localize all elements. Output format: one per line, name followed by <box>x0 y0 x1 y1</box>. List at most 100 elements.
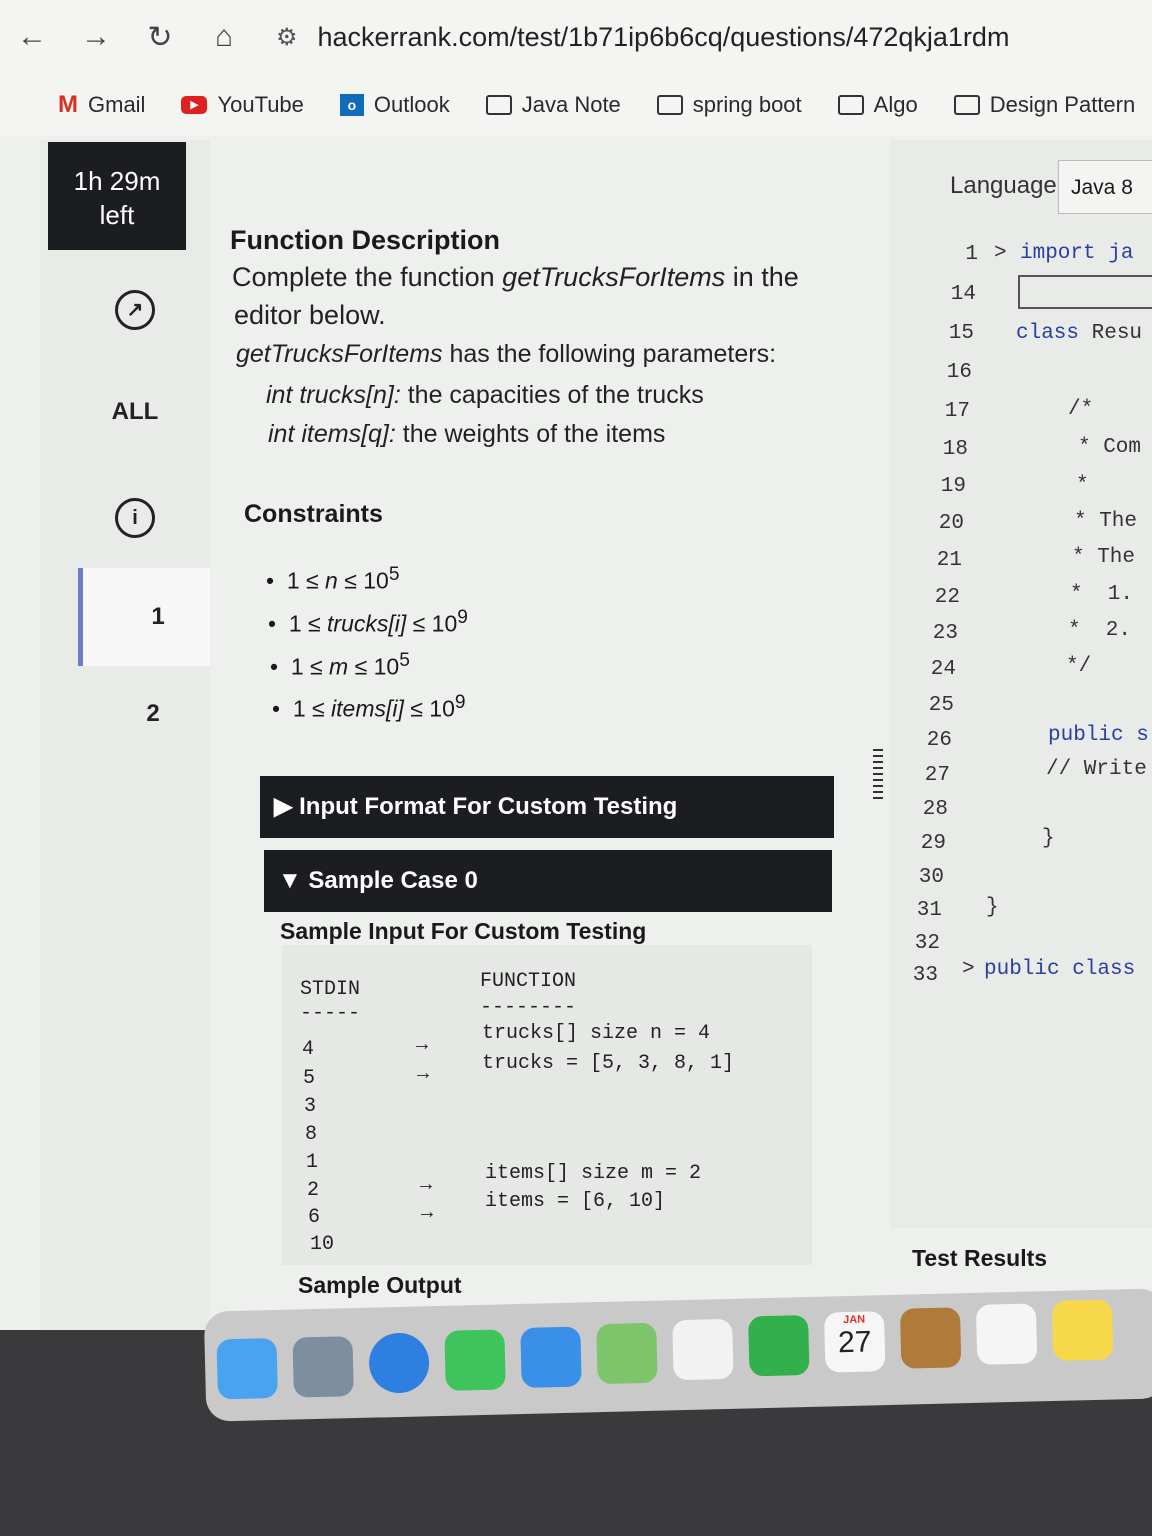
reload-icon[interactable]: ↻ <box>128 20 192 55</box>
info-button[interactable]: i <box>60 498 210 538</box>
reminders-icon[interactable] <box>975 1303 1038 1365</box>
code-line[interactable]: */ <box>1066 655 1091 678</box>
constraints-heading: Constraints <box>244 500 383 528</box>
code-line[interactable]: public class <box>984 958 1135 981</box>
line-number: 15 <box>948 322 974 345</box>
panel-resize-handle[interactable] <box>870 745 886 805</box>
stdin-header: STDIN <box>300 978 361 1001</box>
line-number: 31 <box>916 899 942 922</box>
sample-input-heading: Sample Input For Custom Testing <box>280 918 647 944</box>
launchpad-icon[interactable] <box>292 1336 354 1398</box>
cursor-line-highlight[interactable] <box>1018 275 1152 309</box>
line-number: 25 <box>928 694 954 717</box>
stdin-value: 1 <box>306 1151 319 1174</box>
outlook-icon: o <box>339 94 364 116</box>
line-number: 27 <box>924 764 950 787</box>
constraint-item: • 1 ≤ items[i] ≤ 109 <box>272 692 466 722</box>
bookmark-question-button[interactable]: ↗ <box>60 290 210 330</box>
code-line[interactable]: class Resu <box>1016 322 1142 345</box>
maps-icon[interactable] <box>596 1322 658 1385</box>
folder-icon <box>656 95 683 115</box>
bookmark-gmail[interactable]: M Gmail <box>58 91 145 119</box>
line-number: 19 <box>940 475 966 498</box>
fold-arrow-icon[interactable]: > <box>994 242 1007 265</box>
function-description-line1: Complete the function getTrucksForItems … <box>232 262 799 292</box>
home-icon[interactable]: ⌂ <box>192 20 256 54</box>
youtube-icon: ▶ <box>181 96 208 114</box>
arrow-icon: → <box>416 1034 429 1057</box>
notes-icon[interactable] <box>1051 1299 1114 1362</box>
forward-arrow-icon[interactable]: → <box>64 20 128 54</box>
bookmark-design-pattern[interactable]: Design Pattern <box>953 92 1135 118</box>
bookmark-outlook[interactable]: o Outlook <box>339 92 450 118</box>
code-line[interactable]: public s <box>1048 724 1149 747</box>
stdin-value: 4 <box>302 1038 315 1061</box>
code-line[interactable]: } <box>1042 827 1055 850</box>
finder-icon[interactable] <box>216 1337 278 1400</box>
folder-icon <box>837 95 864 115</box>
parameter-trucks: int trucks[n]: the capacities of the tru… <box>266 381 704 409</box>
code-line[interactable]: * 2. <box>1068 619 1131 642</box>
folder-icon <box>953 95 980 115</box>
calendar-icon[interactable]: JAN 27 <box>824 1311 886 1373</box>
line-number: 24 <box>930 658 956 681</box>
line-number: 30 <box>918 866 944 889</box>
safari-icon[interactable] <box>368 1332 430 1394</box>
stdin-value: 10 <box>310 1233 335 1256</box>
code-line[interactable]: import ja <box>1020 242 1133 265</box>
caret-right-icon: ▶ <box>274 793 300 820</box>
code-line[interactable]: * Com <box>1078 436 1141 459</box>
code-line[interactable]: /* <box>1068 398 1093 421</box>
code-line[interactable]: * The <box>1072 546 1135 569</box>
code-line[interactable]: * <box>1076 474 1089 497</box>
input-format-toggle[interactable]: ▶ Input Format For Custom Testing <box>260 776 834 838</box>
code-line[interactable]: // Write <box>1046 758 1147 781</box>
site-settings-icon[interactable]: ⚙ <box>276 23 298 52</box>
line-number: 20 <box>938 512 964 535</box>
function-line: trucks[] size n = 4 <box>482 1022 711 1045</box>
stdin-value: 3 <box>304 1095 317 1118</box>
bookmark-java-note[interactable]: Java Note <box>485 92 621 118</box>
line-number: 18 <box>942 438 968 461</box>
line-number: 28 <box>922 798 948 821</box>
line-number: 23 <box>932 622 958 645</box>
fold-arrow-icon[interactable]: > <box>962 958 975 981</box>
back-arrow-icon[interactable]: ← <box>0 20 64 54</box>
caret-down-icon: ▼ <box>278 867 309 894</box>
code-line[interactable]: * 1. <box>1070 583 1133 606</box>
messages-icon[interactable] <box>444 1329 506 1391</box>
language-select[interactable]: Java 8 <box>1058 160 1152 214</box>
all-questions-tab[interactable]: ALL <box>60 398 210 426</box>
gmail-icon: M <box>58 91 78 118</box>
time-remaining: 1h 29m left <box>48 142 186 250</box>
line-number: 32 <box>914 932 940 955</box>
test-results-label[interactable]: Test Results <box>912 1245 1047 1272</box>
stdin-value: 2 <box>307 1179 320 1202</box>
contacts-icon[interactable] <box>899 1307 962 1369</box>
line-number: 1 <box>965 243 978 266</box>
macos-dock: JAN 27 <box>203 1288 1152 1422</box>
line-number: 29 <box>920 832 946 855</box>
code-line[interactable]: } <box>986 896 999 919</box>
facetime-icon[interactable] <box>748 1314 810 1377</box>
mail-icon[interactable] <box>520 1326 582 1388</box>
function-line: items[] size m = 2 <box>485 1162 702 1185</box>
browser-toolbar: ← → ↻ ⌂ ⚙ hackerrank.com/test/1b71ip6b6c… <box>0 0 1152 74</box>
bookmark-algo[interactable]: Algo <box>837 92 918 118</box>
bookmark-spring-boot[interactable]: spring boot <box>656 92 802 118</box>
stdin-value: 6 <box>308 1206 321 1229</box>
code-line[interactable]: * The <box>1074 510 1137 533</box>
parameters-intro: getTrucksForItems has the following para… <box>236 340 777 368</box>
address-bar[interactable]: ⚙ hackerrank.com/test/1b71ip6b6cq/questi… <box>276 22 1009 53</box>
line-number: 16 <box>946 361 972 384</box>
sample-case-toggle[interactable]: ▼ Sample Case 0 <box>264 850 832 912</box>
question-2-tab[interactable]: 2 <box>78 700 228 728</box>
line-number: 22 <box>934 586 960 609</box>
stdin-value: 8 <box>305 1123 318 1146</box>
url-text: hackerrank.com/test/1b71ip6b6cq/question… <box>317 21 1010 52</box>
photos-icon[interactable] <box>672 1318 734 1381</box>
line-number: 14 <box>950 283 976 306</box>
bookmark-youtube[interactable]: ▶ YouTube <box>181 92 304 118</box>
function-line: trucks = [5, 3, 8, 1] <box>482 1052 735 1075</box>
bookmarks-bar: M Gmail ▶ YouTube o Outlook Java Note sp… <box>0 74 1152 136</box>
